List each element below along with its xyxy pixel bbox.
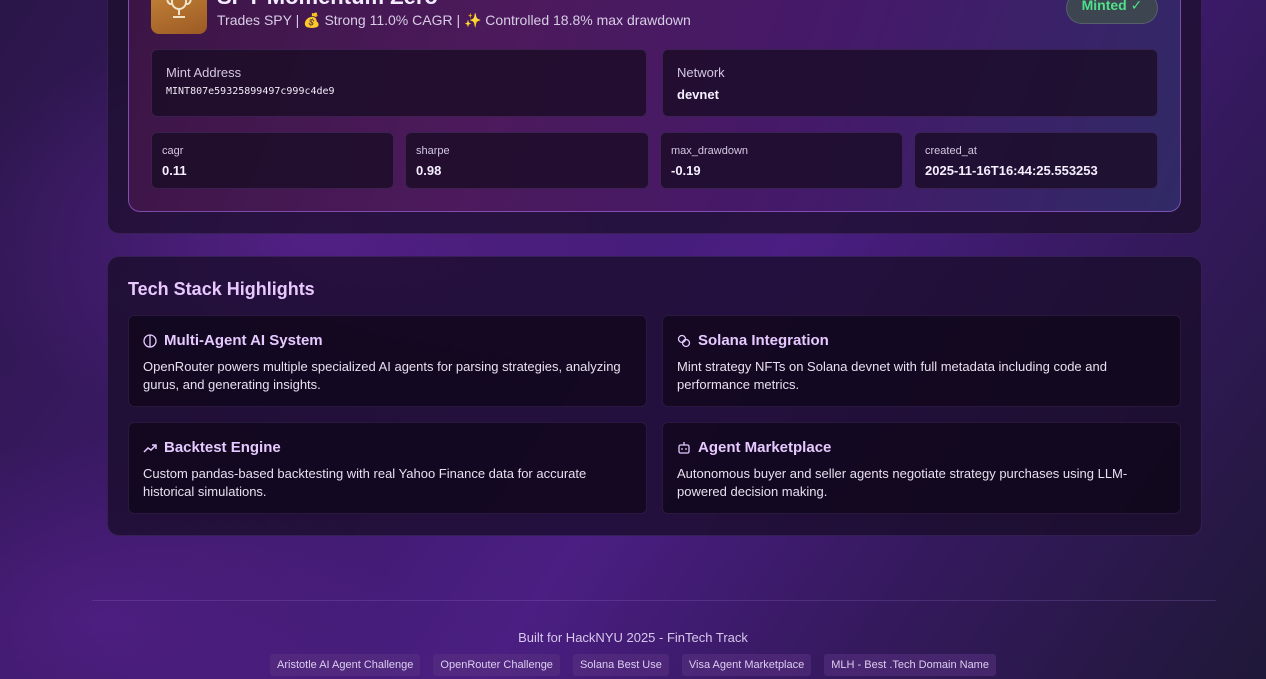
link-icon <box>677 334 691 348</box>
brain-icon <box>143 333 157 348</box>
footer-tags: Aristotle AI Agent Challenge OpenRouter … <box>0 654 1266 676</box>
footer-tag: Solana Best Use <box>572 654 669 676</box>
mint-address-value[interactable]: MINT807e59325899497c999c4de9 <box>166 86 335 97</box>
stat-max-drawdown: max_drawdown -0.19 <box>660 132 903 189</box>
footer-tag: Aristotle AI Agent Challenge <box>270 654 421 676</box>
footer-tag: Visa Agent Marketplace <box>681 654 812 676</box>
tech-card-desc: Autonomous buyer and seller agents negot… <box>677 466 1128 499</box>
tech-card-desc: OpenRouter powers multiple specialized A… <box>143 359 621 392</box>
tech-card-multi-agent: Multi-Agent AI System OpenRouter powers … <box>128 315 647 407</box>
trend-up-icon <box>143 441 157 455</box>
stat-label: max_drawdown <box>671 145 749 157</box>
tech-card-title: Agent Marketplace <box>698 439 832 456</box>
tech-card-desc: Mint strategy NFTs on Solana devnet with… <box>677 359 1107 392</box>
tech-stack-heading: Tech Stack Highlights <box>128 279 315 299</box>
tech-card-title: Solana Integration <box>698 332 829 349</box>
footer-text: Built for HackNYU 2025 - FinTech Track <box>518 630 748 645</box>
stat-label: created_at <box>925 145 977 157</box>
strategy-subtitle: Trades SPY | 💰 Strong 11.0% CAGR | ✨ Con… <box>217 12 691 28</box>
mint-address-box: Mint Address MINT807e59325899497c999c4de… <box>151 49 647 117</box>
tech-card-desc: Custom pandas-based backtesting with rea… <box>143 466 587 499</box>
stat-created-at: created_at 2025-11-16T16:44:25.553253 <box>914 132 1158 189</box>
footer-tag: OpenRouter Challenge <box>433 654 560 676</box>
stat-sharpe: sharpe 0.98 <box>405 132 649 189</box>
tech-card-solana: Solana Integration Mint strategy NFTs on… <box>662 315 1181 407</box>
network-value: devnet <box>677 87 719 102</box>
stat-value: -0.19 <box>671 163 701 178</box>
stat-cagr: cagr 0.11 <box>151 132 394 189</box>
strategy-title: SPY Momentum Zero <box>217 0 438 8</box>
tech-card-marketplace: Agent Marketplace Autonomous buyer and s… <box>662 422 1181 514</box>
stat-value: 2025-11-16T16:44:25.553253 <box>925 163 1098 178</box>
tech-card-title: Backtest Engine <box>164 439 281 456</box>
network-box: Network devnet <box>662 49 1158 117</box>
stat-label: cagr <box>162 145 184 157</box>
tech-card-title: Multi-Agent AI System <box>164 332 323 349</box>
footer-tag: MLH - Best .Tech Domain Name <box>824 654 996 676</box>
stat-value: 0.11 <box>162 163 187 178</box>
mint-address-label: Mint Address <box>166 65 242 80</box>
footer-divider <box>92 600 1216 601</box>
network-label: Network <box>677 65 725 80</box>
tech-card-backtest: Backtest Engine Custom pandas-based back… <box>128 422 647 514</box>
stat-label: sharpe <box>416 145 450 157</box>
bot-icon <box>677 441 691 455</box>
minted-badge: Minted ✓ <box>1066 0 1158 24</box>
trophy-icon <box>151 0 207 34</box>
stat-value: 0.98 <box>416 163 442 178</box>
